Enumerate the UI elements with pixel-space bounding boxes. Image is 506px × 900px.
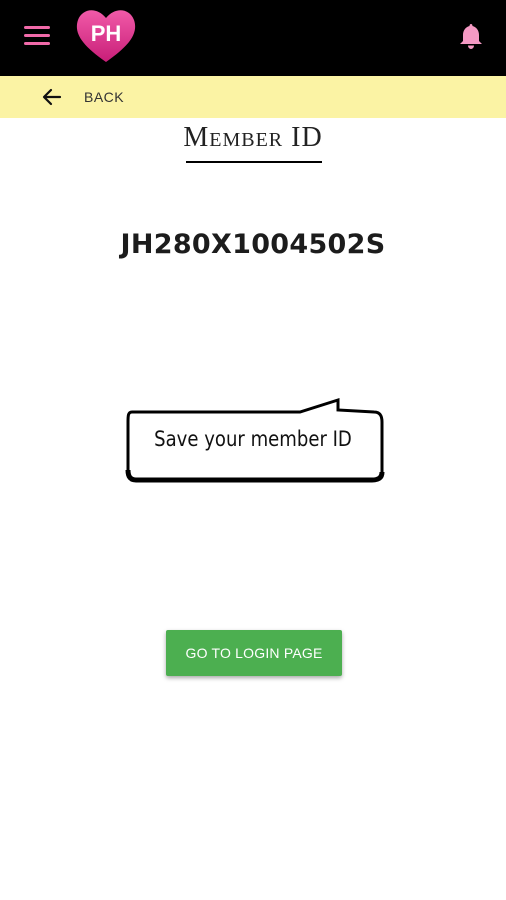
back-bar: BACK [0, 76, 506, 118]
title-underline [186, 161, 322, 163]
heart-logo: PH [74, 6, 138, 66]
save-member-id-tip: Save your member ID [154, 427, 352, 451]
back-label[interactable]: BACK [84, 89, 124, 105]
logo-text: PH [91, 21, 122, 46]
arrow-left-icon[interactable] [40, 85, 64, 109]
bell-icon[interactable] [458, 22, 484, 50]
page-title: Member ID [183, 122, 323, 153]
heart-logo-graphic: PH [76, 10, 136, 63]
member-id-value: JH280X1004502S [120, 229, 386, 260]
hamburger-menu-icon[interactable] [24, 26, 50, 46]
top-app-bar: PH [0, 0, 506, 76]
go-to-login-button[interactable]: GO TO LOGIN PAGE [166, 630, 342, 676]
